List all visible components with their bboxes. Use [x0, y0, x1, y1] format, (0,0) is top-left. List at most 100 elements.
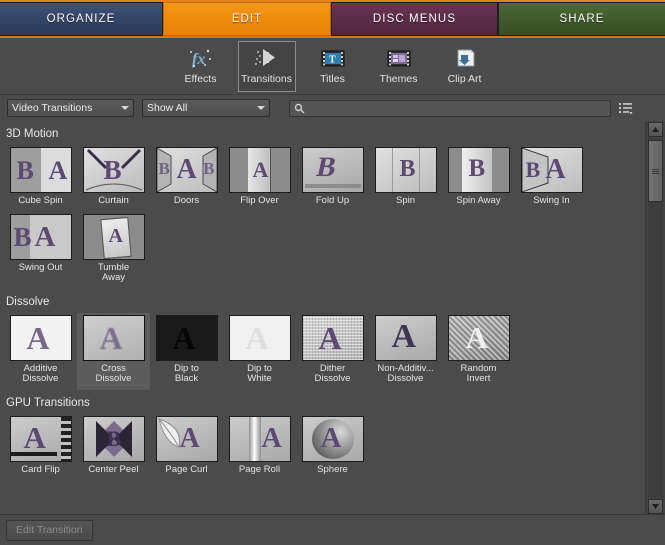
transitions-panel-window: ORGANIZE EDIT DISC MENUS SHARE fx Effect… [0, 0, 665, 545]
group-grid-dissolve: A Additive Dissolve A Cross Dissolve A D… [0, 312, 645, 390]
category-dropdown-value: Video Transitions [12, 102, 93, 114]
category-dropdown[interactable]: Video Transitions [7, 99, 134, 117]
transition-thumbnail: B A [9, 147, 72, 193]
transitions-content-panel[interactable]: 3D Motion B A Cube Spin B Curtain B A B … [0, 121, 645, 515]
transition-thumbnail: A [228, 147, 291, 193]
transition-item-doors[interactable]: B A B Doors [150, 145, 223, 212]
transition-label: Spin Away [456, 195, 501, 206]
transition-item-dither-dissolve[interactable]: A Dither Dissolve [296, 313, 369, 390]
bottom-action-bar: Edit Transition [0, 514, 665, 545]
transition-label: Flip Over [240, 195, 279, 206]
transition-label: Dip to White [247, 362, 272, 384]
show-filter-value: Show All [147, 102, 188, 114]
toolbar-label-clip-art: Clip Art [447, 73, 482, 85]
transition-label: Cross Dissolve [95, 362, 132, 384]
titles-filmstrip-t-icon: T [318, 45, 348, 71]
toolbar-label-transitions: Transitions [241, 73, 292, 85]
edit-transition-button[interactable]: Edit Transition [6, 519, 93, 541]
toolbar-button-themes[interactable]: Themes [370, 41, 428, 92]
show-filter-dropdown[interactable]: Show All [142, 99, 270, 117]
toolbar-label-effects: Effects [184, 73, 217, 85]
transition-thumbnail: A [301, 314, 364, 361]
transition-thumbnail: B A [520, 147, 583, 193]
transition-item-non-additive-dissolve[interactable]: A Non-Additiv... Dissolve [369, 313, 442, 390]
transition-label: Swing Out [18, 261, 63, 273]
transition-item-fold-up[interactable]: B Fold Up [296, 145, 369, 212]
tab-disc-menus-label: DISC MENUS [372, 13, 457, 25]
transition-label: Spin [395, 195, 415, 206]
transition-label: Dither Dissolve [314, 362, 351, 384]
transition-thumbnail: A [447, 314, 510, 361]
transition-item-spin-away[interactable]: B Spin Away [442, 145, 515, 212]
group-title-gpu-transitions: GPU Transitions [6, 396, 90, 409]
filter-bar: Video Transitions Show All [0, 95, 665, 122]
transition-item-center-peel[interactable]: B Center Peel [77, 414, 150, 481]
transition-label: Random Invert [460, 362, 497, 384]
transition-label: Swing In [533, 195, 570, 206]
transition-thumbnail: B A B [155, 147, 218, 193]
group-grid-3d-motion: B A Cube Spin B Curtain B A B Doors A Fl… [0, 145, 645, 289]
scroll-down-arrow-icon[interactable] [648, 499, 663, 514]
transition-thumbnail: A [155, 314, 218, 361]
transition-label: Page Roll [238, 463, 281, 475]
group-grid-gpu-transitions: A Card Flip B Center Peel A Page Curl A … [0, 414, 645, 481]
transition-label: Cube Spin [18, 195, 63, 206]
transition-item-dip-to-white[interactable]: A Dip to White [223, 313, 296, 390]
transition-item-random-invert[interactable]: A Random Invert [442, 313, 515, 390]
transition-item-card-flip[interactable]: A Card Flip [4, 414, 77, 481]
tab-edit-label: EDIT [231, 13, 263, 25]
transition-label: Non-Additiv... Dissolve [377, 362, 434, 384]
tab-organize-label: ORGANIZE [46, 13, 116, 25]
transition-item-sphere[interactable]: A Sphere [296, 414, 369, 481]
toolbar-button-titles[interactable]: T Titles [304, 41, 362, 92]
transition-label: Dip to Black [174, 362, 199, 384]
transition-item-swing-out[interactable]: B A Swing Out [4, 212, 77, 289]
transition-item-tumble-away[interactable]: A Tumble Away [77, 212, 150, 289]
transition-item-page-roll[interactable]: A Page Roll [223, 414, 296, 481]
chevron-down-icon [121, 106, 129, 110]
tab-disc-menus[interactable]: DISC MENUS [331, 2, 498, 36]
chevron-down-icon [257, 106, 265, 110]
search-input[interactable] [309, 101, 606, 115]
clip-art-page-icon [450, 45, 480, 71]
transition-item-flip-over[interactable]: A Flip Over [223, 145, 296, 212]
transition-thumbnail: A [82, 314, 145, 361]
transition-item-page-curl[interactable]: A Page Curl [150, 414, 223, 481]
transition-thumbnail: B [447, 147, 510, 193]
transition-label: Card Flip [21, 463, 60, 475]
tab-share[interactable]: SHARE [498, 2, 665, 36]
transition-label: Additive Dissolve [22, 362, 59, 384]
transition-thumbnail: A [228, 314, 291, 361]
transition-thumbnail: A [155, 415, 218, 462]
scroll-up-arrow-icon[interactable] [648, 122, 663, 137]
search-box[interactable] [289, 99, 611, 117]
edit-transition-label: Edit Transition [16, 524, 83, 536]
transition-label: Fold Up [315, 195, 350, 206]
transition-item-curtain[interactable]: B Curtain [77, 145, 150, 212]
transition-thumbnail: A [374, 314, 437, 361]
transition-label: Curtain [98, 195, 129, 206]
scrollbar-thumb[interactable] [648, 140, 663, 202]
transition-label: Tumble Away [97, 261, 130, 283]
transition-item-cross-dissolve[interactable]: A Cross Dissolve [77, 312, 150, 390]
svg-text:T: T [329, 55, 336, 66]
transition-item-cube-spin[interactable]: B A Cube Spin [4, 145, 77, 212]
content-vertical-scrollbar[interactable] [645, 121, 665, 515]
transitions-arrow-icon [252, 45, 282, 71]
toolbar-button-effects[interactable]: fx Effects [172, 41, 230, 92]
transition-thumbnail: B [82, 147, 145, 193]
transition-thumbnail: B [301, 147, 364, 193]
transition-thumbnail: B A [9, 213, 72, 260]
toolbar-button-transitions[interactable]: Transitions [237, 41, 296, 92]
toolbar-button-clip-art[interactable]: Clip Art [436, 41, 494, 92]
transition-label: Sphere [317, 463, 348, 475]
tab-edit[interactable]: EDIT [163, 2, 331, 36]
transition-item-additive-dissolve[interactable]: A Additive Dissolve [4, 313, 77, 390]
magnifier-icon [294, 103, 305, 114]
list-view-icon[interactable] [616, 99, 634, 117]
transition-item-dip-to-black[interactable]: A Dip to Black [150, 313, 223, 390]
transition-item-spin[interactable]: B Spin [369, 145, 442, 212]
transition-item-swing-in[interactable]: B A Swing In [515, 145, 588, 212]
group-title-dissolve: Dissolve [6, 295, 50, 308]
tab-organize[interactable]: ORGANIZE [0, 2, 163, 36]
